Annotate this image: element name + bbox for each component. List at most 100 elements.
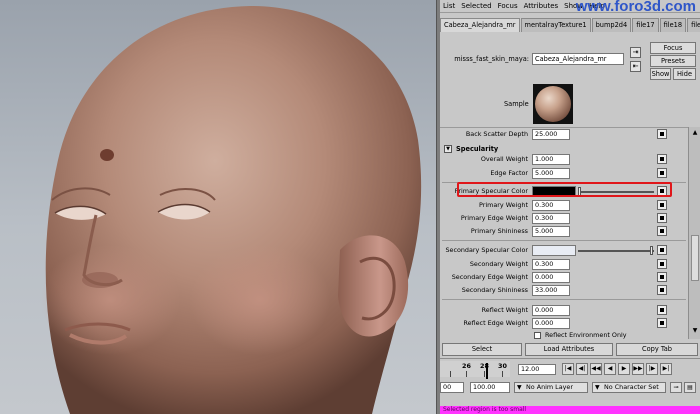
attr-label: Reflect Weight: [481, 306, 528, 314]
load-attributes-button[interactable]: Load Attributes: [525, 343, 613, 356]
time-ruler[interactable]: 26 28 30: [440, 361, 510, 379]
tab-file17[interactable]: file17: [632, 18, 659, 32]
scroll-up-icon[interactable]: ▲: [691, 129, 699, 137]
secondary-edge-weight-field[interactable]: 0.000: [532, 272, 570, 283]
attr-label: Primary Shininess: [470, 227, 528, 235]
ruler-tick: [466, 371, 467, 377]
scroll-thumb[interactable]: [691, 235, 699, 281]
map-button-icon[interactable]: [657, 154, 667, 164]
anim-layer-dropdown[interactable]: ▼ No Anim Layer: [514, 382, 588, 393]
reflect-weight-field[interactable]: 0.000: [532, 305, 570, 316]
attr-label: Secondary Specular Color: [445, 246, 528, 254]
back-scatter-depth-field[interactable]: 25.000: [532, 129, 570, 140]
step-forward-key-icon[interactable]: ▶▶: [632, 363, 644, 375]
attr-row-secondary-shininess: Secondary Shininess 33.000: [440, 285, 688, 297]
divider: [442, 299, 686, 300]
menu-list[interactable]: List: [440, 2, 458, 10]
collapse-arrow-icon[interactable]: ▼: [444, 145, 452, 153]
scroll-down-icon[interactable]: ▼: [691, 327, 699, 335]
attr-label: Primary Edge Weight: [460, 214, 528, 222]
attr-label: Primary Weight: [479, 201, 528, 209]
map-button-icon[interactable]: [657, 129, 667, 139]
select-button[interactable]: Select: [442, 343, 522, 356]
current-frame-marker[interactable]: [486, 363, 488, 379]
secondary-weight-field[interactable]: 0.300: [532, 259, 570, 270]
preferences-icon[interactable]: ▤: [684, 382, 696, 393]
attr-row-reflect-weight: Reflect Weight 0.000: [440, 305, 688, 317]
primary-edge-weight-field[interactable]: 0.300: [532, 213, 570, 224]
hide-button[interactable]: Hide: [673, 68, 696, 80]
focus-button[interactable]: Focus: [650, 42, 696, 54]
menu-selected[interactable]: Selected: [458, 2, 494, 10]
attr-row-primary-weight: Primary Weight 0.300: [440, 200, 688, 212]
range-end-field[interactable]: 100.00: [470, 382, 510, 393]
overall-weight-field[interactable]: 1.000: [532, 154, 570, 165]
secondary-specular-color-swatch[interactable]: [532, 245, 576, 256]
map-button-icon[interactable]: [657, 318, 667, 328]
tab-file1[interactable]: file1: [687, 18, 700, 32]
primary-shininess-field[interactable]: 5.000: [532, 226, 570, 237]
tab-mentalray-texture1[interactable]: mentalrayTexture1: [520, 18, 591, 32]
attr-label: Secondary Weight: [469, 260, 528, 268]
tab-file18[interactable]: file18: [659, 18, 687, 32]
reflect-edge-weight-field[interactable]: 0.000: [532, 318, 570, 329]
attr-row-reflect-environment-only: Reflect Environment Only: [440, 330, 688, 339]
attribute-scroll-area[interactable]: Back Scatter Depth 25.000 ▼ Specularity …: [440, 127, 688, 339]
attr-row-primary-shininess: Primary Shininess 5.000: [440, 226, 688, 238]
attribute-scrollbar[interactable]: ▲ ▼: [688, 127, 700, 339]
step-forward-icon[interactable]: |▶: [646, 363, 658, 375]
go-to-start-icon[interactable]: |◀: [562, 363, 574, 375]
map-button-icon[interactable]: [657, 200, 667, 210]
3d-viewport[interactable]: [0, 0, 436, 414]
go-to-input-icon[interactable]: ⇥: [630, 47, 641, 58]
current-frame-field[interactable]: 12.00: [518, 364, 556, 375]
show-button[interactable]: Show: [650, 68, 671, 80]
map-button-icon[interactable]: [657, 168, 667, 178]
rendered-head-image: [40, 6, 422, 414]
step-back-key-icon[interactable]: ◀◀: [590, 363, 602, 375]
play-forward-icon[interactable]: ▶: [618, 363, 630, 375]
primary-weight-field[interactable]: 0.300: [532, 200, 570, 211]
character-set-dropdown[interactable]: ▼ No Character Set: [592, 382, 666, 393]
section-title: Specularity: [456, 145, 499, 153]
shader-name-field[interactable]: Cabeza_Alejandra_mr: [532, 52, 624, 65]
secondary-shininess-field[interactable]: 33.000: [532, 285, 570, 296]
map-button-icon[interactable]: [657, 285, 667, 295]
map-button-icon[interactable]: [657, 213, 667, 223]
attr-row-reflect-edge-weight: Reflect Edge Weight 0.000: [440, 318, 688, 330]
attr-row-overall-weight: Overall Weight 1.000: [440, 154, 688, 166]
play-backward-icon[interactable]: ◀: [604, 363, 616, 375]
reflect-environment-only-checkbox[interactable]: [534, 332, 541, 339]
attr-label: Edge Factor: [490, 169, 528, 177]
step-back-icon[interactable]: ◀|: [576, 363, 588, 375]
attr-row-back-scatter-depth: Back Scatter Depth 25.000: [440, 129, 688, 141]
edge-factor-field[interactable]: 5.000: [532, 168, 570, 179]
go-to-output-icon[interactable]: ⇤: [630, 61, 641, 72]
menu-attributes[interactable]: Attributes: [521, 2, 562, 10]
go-to-end-icon[interactable]: ▶|: [660, 363, 672, 375]
range-start-field[interactable]: 00: [440, 382, 464, 393]
map-button-icon[interactable]: [657, 245, 667, 255]
ruler-tick: [502, 371, 503, 377]
anim-layer-value: No Anim Layer: [526, 383, 573, 391]
shader-type-label: misss_fast_skin_maya:: [454, 54, 529, 63]
checkbox-label: Reflect Environment Only: [545, 331, 627, 339]
attr-row-secondary-edge-weight: Secondary Edge Weight 0.000: [440, 272, 688, 284]
key-icon[interactable]: ⊸: [670, 382, 682, 393]
map-button-icon[interactable]: [657, 272, 667, 282]
menu-focus[interactable]: Focus: [495, 2, 521, 10]
status-bar: Selected region is too small: [440, 406, 700, 414]
sample-label: Sample: [504, 100, 529, 108]
presets-button[interactable]: Presets: [650, 55, 696, 67]
tab-cabeza-alejandra-mr[interactable]: Cabeza_Alejandra_mr: [440, 18, 520, 32]
secondary-specular-slider-track[interactable]: [578, 250, 654, 252]
attribute-editor-buttons: Select Load Attributes Copy Tab: [440, 343, 700, 357]
map-button-icon[interactable]: [657, 226, 667, 236]
copy-tab-button[interactable]: Copy Tab: [616, 343, 698, 356]
tab-bump2d4[interactable]: bump2d4: [591, 18, 632, 32]
ruler-tick: [450, 371, 451, 377]
map-button-icon[interactable]: [657, 259, 667, 269]
map-button-icon[interactable]: [657, 305, 667, 315]
attr-row-edge-factor: Edge Factor 5.000: [440, 168, 688, 180]
secondary-specular-slider-knob[interactable]: [650, 246, 653, 255]
